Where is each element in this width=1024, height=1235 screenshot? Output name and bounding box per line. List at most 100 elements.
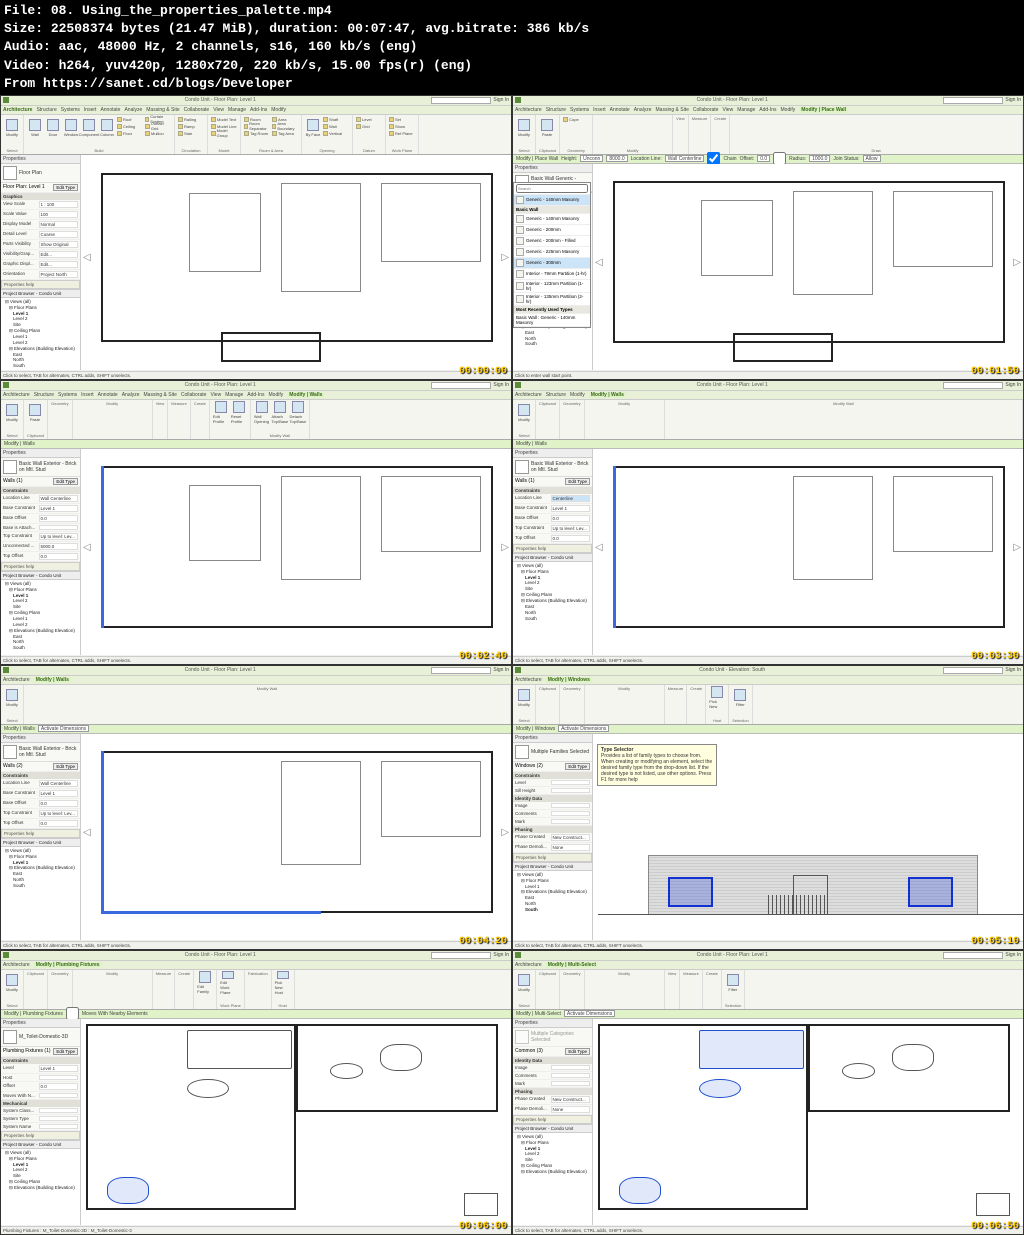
category-filter[interactable]: Walls (2) — [3, 763, 53, 770]
tab-analyze[interactable]: Analyze — [124, 107, 142, 113]
category-filter[interactable]: Common (3) — [515, 1048, 565, 1055]
prop-parts-visibility[interactable]: Show Original — [39, 241, 79, 248]
tab-annotate[interactable]: Annotate — [100, 107, 120, 113]
pb-south[interactable]: South — [3, 363, 78, 369]
drawing-canvas[interactable]: Type SelectorProvides a list of family t… — [593, 734, 1023, 940]
selected-sink[interactable] — [699, 1079, 741, 1099]
elevation-marker-west-icon[interactable]: ◁ — [595, 257, 603, 268]
opt-offset[interactable]: 0.0 — [757, 155, 770, 162]
toilet[interactable] — [380, 1044, 422, 1071]
type-item[interactable]: Generic - 140mm Masonry — [514, 214, 590, 225]
door-button[interactable]: Door — [45, 116, 61, 140]
type-item[interactable]: Generic - 225mm Masonry — [514, 247, 590, 258]
type-item[interactable]: Generic - 300mm — [514, 258, 590, 269]
draw-arc-icon[interactable] — [753, 116, 761, 124]
paste-button[interactable]: Paste — [539, 116, 555, 140]
prop-location-line-open[interactable]: Centerline — [551, 495, 591, 502]
elevation-marker-east-icon[interactable]: ▷ — [1013, 257, 1021, 268]
opt-join-status[interactable]: Allow — [863, 155, 881, 162]
set-button[interactable]: Set — [389, 116, 415, 123]
tab-modify-walls[interactable]: Modify | Walls — [287, 392, 324, 398]
ref-plane-button[interactable]: Ref Plane — [389, 130, 415, 137]
app-menu-icon[interactable] — [3, 97, 9, 103]
selected-toilet[interactable] — [107, 1177, 149, 1204]
edit-profile-button[interactable]: Edit Profile — [213, 401, 229, 425]
wall-opening-button[interactable]: Wall Opening — [254, 401, 270, 425]
type-item[interactable]: Generic - 200mm — [514, 225, 590, 236]
prop-base-offset[interactable]: 0.0 — [39, 515, 79, 522]
component-button[interactable]: Component — [81, 116, 97, 140]
type-selector-dropdown[interactable]: Generic - 140mm Masonry Basic Wall Gener… — [513, 182, 591, 328]
column-button[interactable]: Column — [99, 116, 115, 140]
prop-view-scale[interactable]: 1 : 100 — [39, 201, 79, 208]
prop-location-line[interactable]: Wall Centerline — [39, 495, 79, 502]
quick-access-toolbar[interactable]: Condo Unit - Floor Plan: Level 1 Sign In — [1, 96, 511, 106]
group-graphics[interactable]: Graphics — [1, 193, 80, 200]
railing[interactable] — [768, 895, 828, 915]
category-filter[interactable]: Floor Plan: Level 1 — [3, 184, 53, 191]
opt-location-line[interactable]: Wall Centerline — [665, 155, 705, 162]
show-button[interactable]: Show — [389, 123, 415, 130]
reset-profile-button[interactable]: Reset Profile — [231, 401, 247, 425]
category-filter[interactable]: Walls (1) — [3, 478, 53, 485]
tab-modify-plumbing[interactable]: Modify | Plumbing Fixtures — [34, 962, 102, 968]
selected-bathtub[interactable] — [699, 1030, 804, 1069]
tab-modify-windows[interactable]: Modify | Windows — [546, 677, 592, 683]
model-text-button[interactable]: Model Text — [211, 116, 237, 123]
modify-button[interactable]: Modify — [4, 116, 20, 140]
tab-structure[interactable]: Structure — [36, 107, 56, 113]
level-button[interactable]: Level — [356, 116, 382, 123]
mullion-button[interactable]: Mullion — [145, 130, 171, 137]
type-item[interactable]: Interior - 79mm Partition (1-hr) — [514, 269, 590, 280]
sink[interactable] — [187, 1079, 229, 1099]
prop-scale-value[interactable]: 100 — [39, 211, 79, 218]
prop-orientation[interactable]: Project North — [39, 271, 79, 278]
options-bar[interactable]: Modify | Place Wall Height:Unconn8000.0 … — [513, 155, 1023, 164]
tab-manage[interactable]: Manage — [228, 107, 246, 113]
type-selector[interactable]: Basic Wall Exterior - Brick on Mtl. Stud — [1, 458, 80, 477]
curtain-grid-button[interactable]: Curtain Grid — [145, 123, 171, 130]
area-boundary-button[interactable]: Area Boundary — [272, 123, 298, 130]
sink[interactable] — [330, 1063, 364, 1079]
properties-palette[interactable]: Properties Floor Plan Floor Plan: Level … — [1, 155, 80, 290]
selected-window[interactable] — [908, 877, 953, 907]
edit-type-button[interactable]: Edit Type — [53, 478, 78, 485]
elevation-marker-west-icon[interactable]: ◁ — [83, 252, 91, 263]
elevation-marker-east-icon[interactable]: ▷ — [501, 252, 509, 263]
type-item[interactable]: Generic - 200mm - Filled — [514, 236, 590, 247]
prop-top-offset[interactable]: 0.0 — [39, 553, 79, 560]
tab-place-wall[interactable]: Modify | Place Wall — [799, 107, 848, 113]
drawing-canvas[interactable]: ◁▷ — [81, 449, 511, 655]
ramp-button[interactable]: Ramp — [178, 123, 204, 130]
detach-button[interactable]: Detach Top/Base — [290, 401, 306, 425]
type-selector[interactable]: Floor Plan — [1, 164, 80, 183]
window-button[interactable]: Window — [63, 116, 79, 140]
tab-addins[interactable]: Add-Ins — [250, 107, 267, 113]
edit-workplane-button[interactable]: Edit Work Plane — [220, 971, 236, 995]
water-heater[interactable] — [464, 1193, 498, 1217]
prop-detail-level[interactable]: Coarse — [39, 231, 79, 238]
prop-base-constraint[interactable]: Level 1 — [39, 505, 79, 512]
model-group-button[interactable]: Model Group — [211, 130, 237, 137]
attach-button[interactable]: Attach Top/Base — [272, 401, 288, 425]
prop-graphic-display[interactable]: Edit... — [39, 261, 79, 268]
prop-offset[interactable]: 0.0 — [39, 1083, 79, 1090]
tag-area-button[interactable]: Tag Area — [272, 130, 298, 137]
prop-top-constraint[interactable]: Up to level: Lev... — [39, 533, 79, 540]
type-selector[interactable]: Multiple Families Selected — [513, 743, 592, 762]
pick-new-host-button[interactable]: Pick New — [709, 686, 725, 710]
signin-link[interactable]: Sign In — [493, 97, 509, 103]
selected-window[interactable] — [668, 877, 713, 907]
prop-base-attached[interactable] — [39, 525, 79, 530]
selected-wall[interactable] — [101, 466, 104, 628]
help-search-input[interactable] — [943, 97, 1003, 104]
project-browser[interactable]: Project Browser - Condo Unit ⊟ Views (al… — [1, 290, 80, 370]
type-item[interactable]: Interior - 123mm Partition (1-hr) — [514, 280, 590, 293]
category-filter[interactable]: Plumbing Fixtures (1) — [3, 1048, 53, 1055]
properties-help[interactable]: Properties help — [1, 280, 80, 289]
activate-dimensions-button[interactable]: Activate Dimensions — [38, 725, 89, 732]
drawing-canvas[interactable]: ◁ ▷ — [81, 155, 511, 370]
drawing-canvas[interactable]: ◁ ▷ — [593, 164, 1023, 370]
tab-architecture[interactable]: Architecture — [3, 107, 32, 113]
grid-button[interactable]: Grid — [356, 123, 382, 130]
